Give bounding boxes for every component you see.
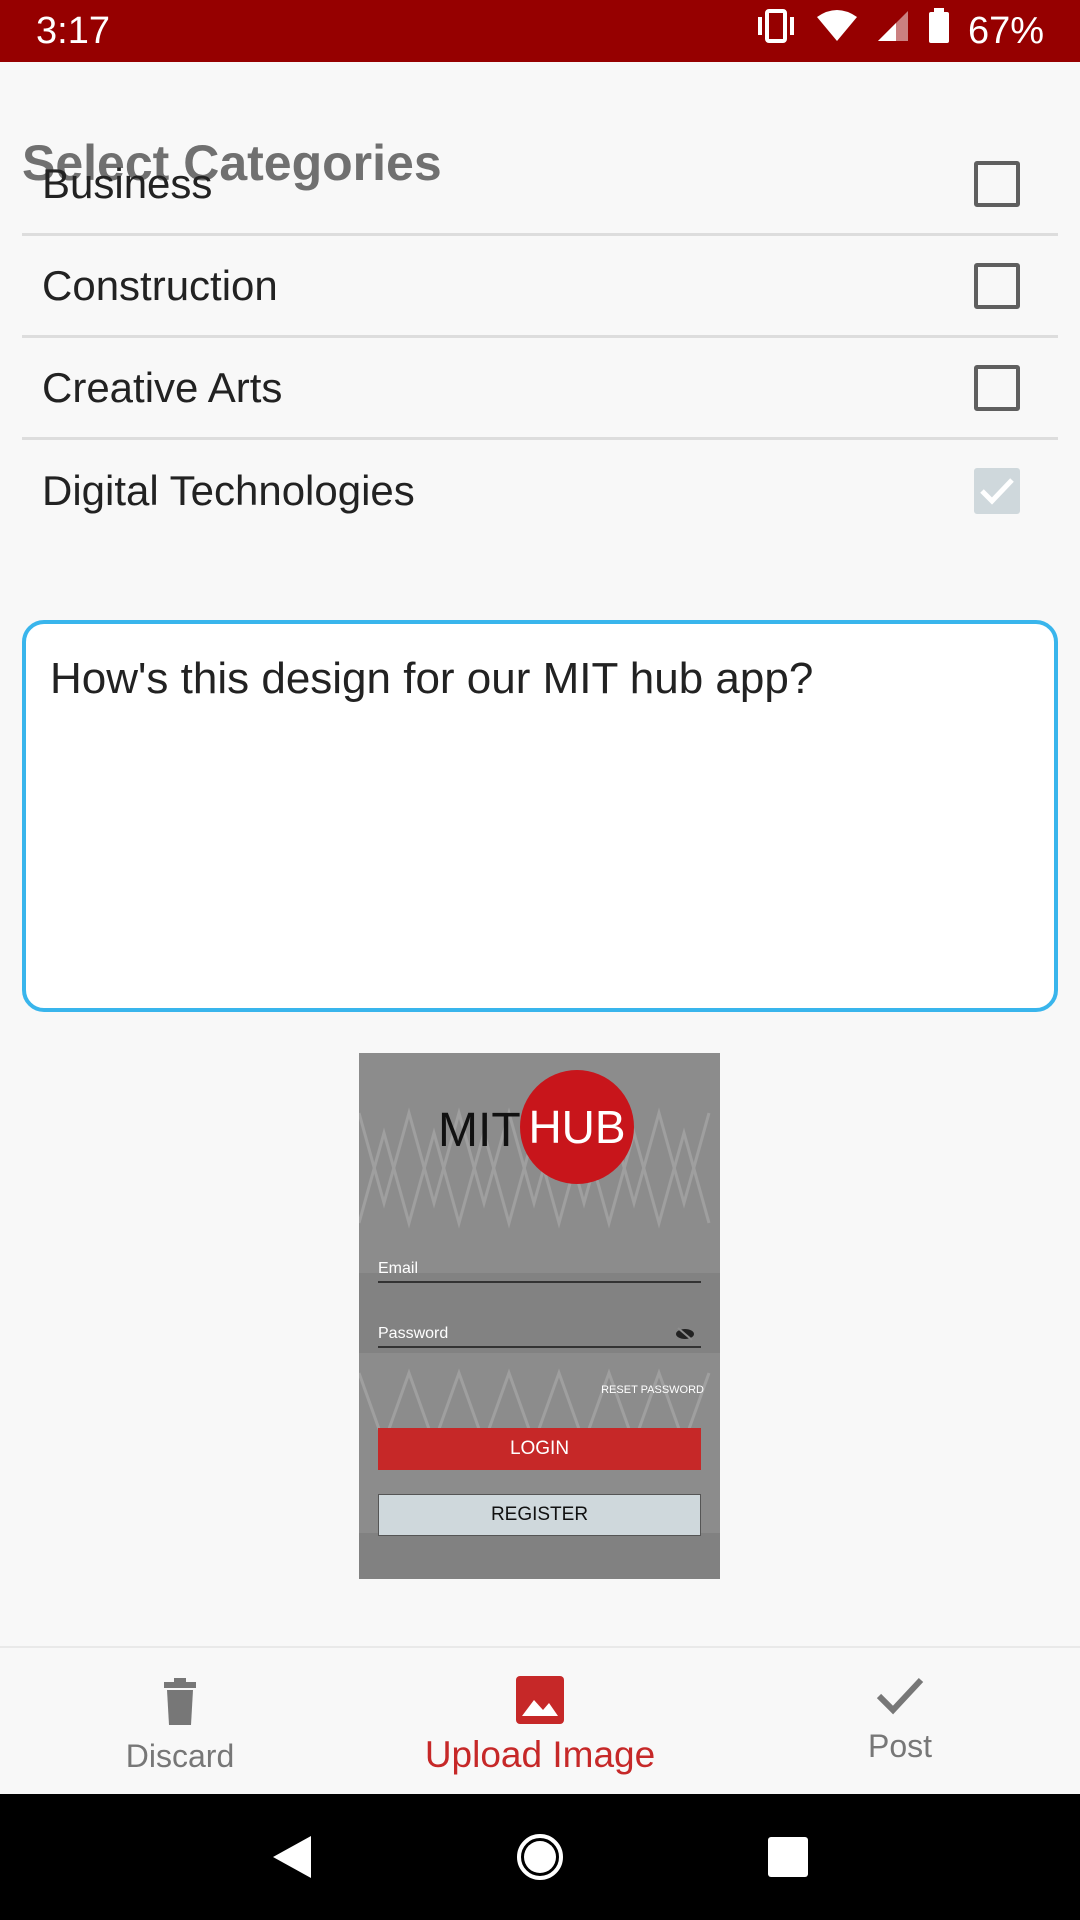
- category-list: Business Construction Creative Arts Digi…: [22, 160, 1058, 542]
- preview-login-button: LOGIN: [378, 1428, 701, 1470]
- status-bar: 3:17 67%: [0, 0, 1080, 62]
- eye-off-icon: [676, 1327, 694, 1341]
- compose-post-screen: Select Categories Business Construction …: [0, 62, 1080, 1646]
- preview-email-field: Email: [378, 1260, 701, 1283]
- attached-image-preview[interactable]: MIT HUB Email Password RESET PASSWORD LO…: [359, 1053, 720, 1579]
- post-text-input[interactable]: How's this design for our MIT hub app?: [22, 620, 1058, 1012]
- category-checkbox-creative-arts[interactable]: [974, 364, 1020, 411]
- home-icon[interactable]: [515, 1832, 565, 1882]
- system-navigation-bar: [0, 1794, 1080, 1920]
- battery-percent: 67%: [967, 9, 1044, 52]
- category-checkbox-construction[interactable]: [974, 262, 1020, 309]
- category-label: Construction: [42, 261, 278, 309]
- upload-image-label: Upload Image: [424, 1734, 656, 1775]
- preview-password-field: Password: [378, 1325, 701, 1348]
- preview-reset-password: RESET PASSWORD: [601, 1384, 704, 1396]
- category-checkbox-digital-technologies[interactable]: [974, 468, 1020, 514]
- category-row-business[interactable]: Business: [22, 134, 1058, 236]
- discard-label: Discard: [125, 1738, 235, 1774]
- category-label: Business: [42, 159, 213, 207]
- image-icon: [516, 1676, 564, 1724]
- status-icons: 67%: [754, 8, 1044, 54]
- checkmark-icon: [980, 478, 1014, 505]
- wifi-icon: [816, 9, 858, 53]
- status-time: 3:17: [36, 9, 110, 52]
- post-label: Post: [867, 1728, 933, 1764]
- category-row-digital-technologies[interactable]: Digital Technologies: [22, 440, 1058, 542]
- trash-icon: [164, 1678, 196, 1725]
- category-row-construction[interactable]: Construction: [22, 236, 1058, 338]
- category-label: Digital Technologies: [42, 467, 415, 514]
- preview-register-button: REGISTER: [378, 1494, 701, 1536]
- recents-icon[interactable]: [767, 1836, 809, 1878]
- check-icon: [876, 1677, 924, 1715]
- logo-hub-circle: HUB: [520, 1070, 634, 1184]
- discard-button[interactable]: Discard: [0, 1648, 360, 1794]
- battery-icon: [928, 8, 950, 54]
- bottom-action-bar: Discard Upload Image Post: [0, 1646, 1080, 1794]
- cell-signal-icon: [876, 9, 910, 53]
- back-icon[interactable]: [271, 1834, 313, 1880]
- post-button[interactable]: Post: [720, 1648, 1080, 1794]
- category-label: Creative Arts: [42, 363, 283, 411]
- preview-password-label: Password: [378, 1325, 449, 1342]
- upload-image-button[interactable]: Upload Image: [360, 1648, 720, 1794]
- category-checkbox-business[interactable]: [974, 160, 1020, 207]
- category-row-creative-arts[interactable]: Creative Arts: [22, 338, 1058, 440]
- logo-mit-text: MIT: [438, 1104, 521, 1157]
- vibrate-icon: [754, 8, 798, 54]
